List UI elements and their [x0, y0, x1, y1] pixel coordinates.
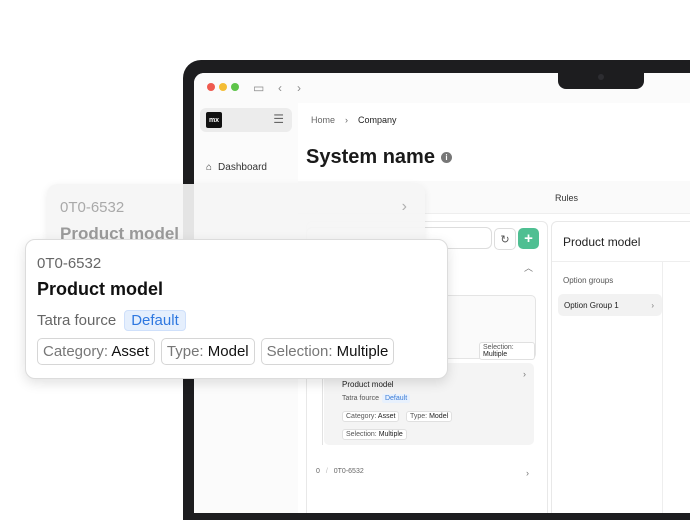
item-title: Product model [342, 380, 394, 389]
section-label: Option groups [563, 276, 614, 285]
brand-header: mx ☰ [200, 108, 292, 132]
card-title: Product model [37, 279, 164, 299]
tag-selection: Selection: Multiple [260, 338, 395, 365]
chevron-right-icon: › [401, 198, 407, 215]
minimize-window-button[interactable] [219, 83, 227, 91]
chevron-right-icon[interactable]: › [523, 369, 526, 379]
card-id: 0T0-6532 [60, 199, 125, 216]
close-window-button[interactable] [207, 83, 215, 91]
page-title: System name i [306, 146, 452, 169]
tab-rules[interactable]: Rules [555, 193, 578, 203]
detail-title: Product model [563, 235, 641, 249]
refresh-button[interactable]: ↻ [494, 228, 516, 250]
card-brand-row: Tatra fource Default [37, 310, 186, 331]
tag-selection: Selection: Multiple [479, 342, 535, 360]
default-badge: Default [381, 394, 411, 403]
divider [662, 262, 663, 513]
info-icon[interactable]: i [440, 152, 452, 163]
tag-type: Type: Model [406, 411, 453, 422]
item-brand: Tatra fource Default [342, 394, 411, 403]
chevron-right-icon: › [651, 300, 654, 310]
option-group-item[interactable]: Option Group 1 › [558, 294, 662, 316]
default-badge: Default [124, 310, 186, 331]
logo: mx [206, 112, 222, 128]
maximize-window-button[interactable] [231, 83, 239, 91]
tag-list: Category: Asset Type: Model Selection: M… [37, 338, 395, 365]
tag-category: Category: Asset [342, 411, 400, 422]
home-icon: ⌂ [206, 162, 213, 173]
menu-icon[interactable]: ☰ [273, 112, 284, 126]
back-arrow-icon[interactable]: ‹ [278, 81, 282, 95]
breadcrumb-current: Company [358, 115, 397, 125]
forward-arrow-icon[interactable]: › [297, 81, 301, 95]
list-row[interactable]: 0 / 0T0-6532 › [306, 468, 546, 478]
brand-name: Tatra fource [37, 312, 117, 329]
breadcrumb-home[interactable]: Home [311, 115, 335, 125]
add-button[interactable]: + [518, 228, 539, 249]
sidebar-item-dashboard[interactable]: ⌂ Dashboard [206, 162, 267, 173]
camera-lens [598, 74, 604, 80]
divider [552, 261, 690, 262]
breadcrumb: Home › Company [311, 115, 397, 125]
detail-panel: Product model Option groups Option Group… [551, 221, 690, 513]
tag-type: Type: Model [160, 338, 255, 365]
tag-category: Category: Asset [37, 338, 155, 365]
tag-selection: Selection: Multiple [342, 429, 407, 440]
chevron-right-icon: › [345, 115, 349, 125]
product-card[interactable]: 0T0-6532 Product model Tatra fource Defa… [25, 239, 448, 379]
chevron-up-icon[interactable]: ︿ [524, 261, 533, 274]
page-title-text: System name [306, 146, 435, 168]
sidebar-toggle-icon[interactable]: ▭ [253, 81, 264, 95]
sidebar-item-label: Dashboard [218, 162, 267, 173]
chevron-right-icon[interactable]: › [526, 468, 529, 478]
card-id: 0T0-6532 [37, 255, 102, 272]
